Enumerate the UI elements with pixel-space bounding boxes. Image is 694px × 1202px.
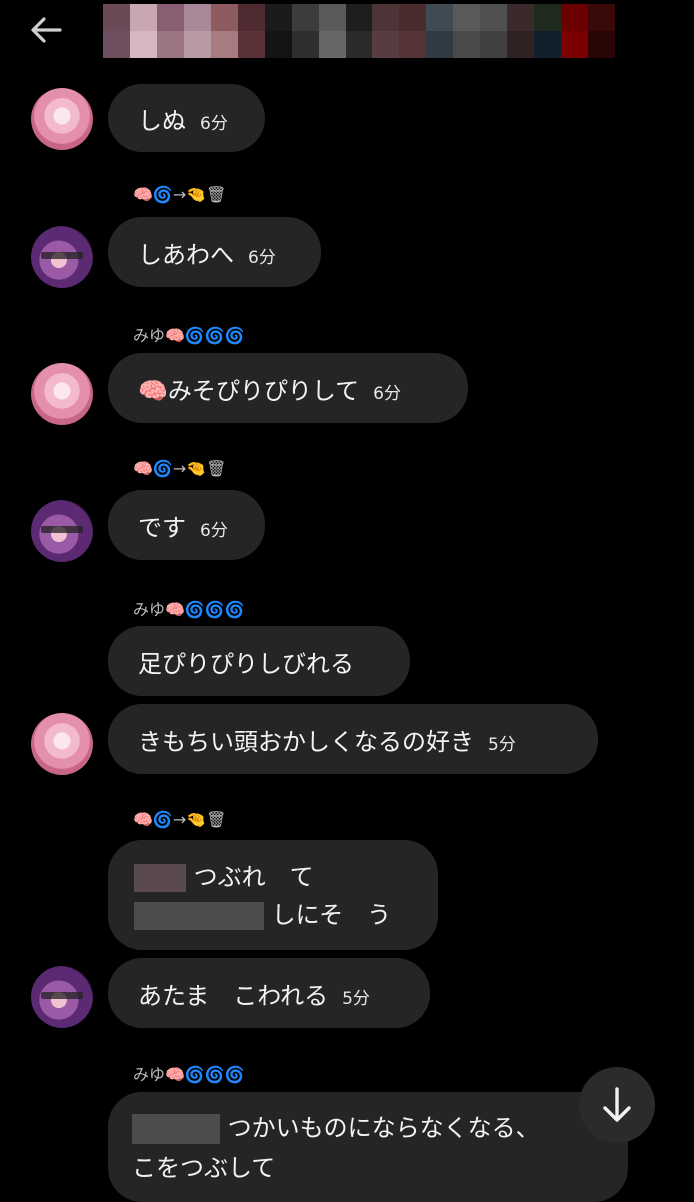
mosaic-tile	[237, 31, 265, 58]
message-text: こをつぶして	[132, 1154, 276, 1182]
message-text: つぶれ て	[193, 863, 314, 891]
sender-name: みゆ🧠🌀🌀🌀	[133, 1065, 245, 1084]
pixelated-title	[103, 4, 615, 58]
mosaic-tile	[318, 31, 346, 58]
mosaic-tile	[372, 31, 400, 58]
avatar[interactable]	[31, 88, 93, 150]
mosaic-tile	[480, 31, 508, 58]
avatar[interactable]	[31, 713, 93, 775]
message-bubble[interactable]: です 6分	[108, 490, 265, 560]
mosaic-tile	[156, 31, 184, 58]
message-text: です	[138, 513, 186, 542]
message-line: しにそ う	[134, 896, 412, 934]
message-line: こをつぶして	[132, 1148, 604, 1188]
message-text: きもちい頭おかしくなるの好き	[138, 727, 474, 756]
message-text: 🧠みそぴりぴりして	[138, 376, 360, 405]
mosaic-tile	[453, 4, 481, 31]
message-time: 6分	[248, 247, 276, 268]
message-time: 6分	[200, 520, 228, 541]
mosaic-tile	[103, 4, 130, 31]
message-line: つかいものにならなくなる、	[132, 1108, 604, 1148]
message-bubble[interactable]: つかいものにならなくなる、 こをつぶして	[108, 1092, 628, 1202]
message-time: 6分	[200, 113, 228, 134]
reply-label: 🧠🌀→🤏🗑	[133, 810, 227, 829]
arrow-left-icon	[31, 17, 62, 43]
mosaic-tile	[264, 31, 292, 58]
mosaic-tile	[210, 4, 238, 31]
message-bubble[interactable]: 足ぴりぴりしびれる	[108, 626, 410, 696]
mosaic-tile	[480, 4, 508, 31]
message-time: 5分	[342, 988, 370, 1009]
message-bubble[interactable]: きもちい頭おかしくなるの好き 5分	[108, 704, 598, 774]
avatar[interactable]	[31, 226, 93, 288]
mosaic-tile	[561, 4, 589, 31]
avatar[interactable]	[31, 966, 93, 1028]
sender-name: みゆ🧠🌀🌀🌀	[133, 600, 245, 619]
message-text: あたま こわれる	[138, 981, 329, 1010]
mosaic-tile	[399, 31, 427, 58]
mosaic-tile	[291, 4, 319, 31]
mosaic-tile	[183, 4, 211, 31]
mosaic-tile	[129, 4, 157, 31]
message-text: しあわへ	[138, 240, 234, 269]
mosaic-tile	[588, 4, 615, 31]
scroll-to-bottom-button[interactable]	[579, 1067, 655, 1143]
mosaic-tile	[183, 31, 211, 58]
mosaic-tile	[156, 4, 184, 31]
message-text: つかいものにならなくなる、	[227, 1114, 540, 1142]
mosaic-tile	[103, 31, 130, 58]
arrow-down-icon	[603, 1087, 631, 1122]
message-bubble[interactable]: 🧠みそぴりぴりして 6分	[108, 353, 468, 423]
message-bubble[interactable]: あたま こわれる 5分	[108, 958, 430, 1028]
mosaic-tile	[345, 4, 373, 31]
mosaic-tile	[345, 31, 373, 58]
mosaic-tile	[561, 31, 589, 58]
sender-name: みゆ🧠🌀🌀🌀	[133, 326, 245, 345]
message-bubble[interactable]: つぶれ て しにそ う	[108, 840, 438, 950]
mosaic-tile	[372, 4, 400, 31]
mosaic-tile	[318, 4, 346, 31]
reply-label: 🧠🌀→🤏🗑	[133, 459, 227, 478]
mosaic-tile	[588, 31, 615, 58]
mosaic-tile	[237, 4, 265, 31]
message-text: しにそ う	[271, 901, 392, 929]
chat-header	[0, 0, 694, 62]
mosaic-tile	[426, 4, 454, 31]
mosaic-tile	[426, 31, 454, 58]
message-time: 5分	[488, 734, 516, 755]
mosaic-tile	[534, 31, 562, 58]
mosaic-tile	[453, 31, 481, 58]
message-bubble[interactable]: しあわへ 6分	[108, 217, 321, 287]
mosaic-tile	[534, 4, 562, 31]
avatar[interactable]	[31, 500, 93, 562]
mosaic-tile	[507, 4, 535, 31]
mosaic-tile	[291, 31, 319, 58]
mosaic-tile	[210, 31, 238, 58]
message-time: 6分	[373, 383, 401, 404]
avatar[interactable]	[31, 363, 93, 425]
message-line: つぶれ て	[134, 858, 412, 896]
mosaic-tile	[399, 4, 427, 31]
mosaic-tile	[129, 31, 157, 58]
message-text: しぬ	[138, 106, 186, 135]
back-button[interactable]	[22, 10, 70, 50]
message-text: 足ぴりぴりしびれる	[138, 649, 354, 678]
mosaic-tile	[264, 4, 292, 31]
message-bubble[interactable]: しぬ 6分	[108, 84, 265, 152]
reply-label: 🧠🌀→🤏🗑	[133, 185, 227, 204]
mosaic-tile	[507, 31, 535, 58]
